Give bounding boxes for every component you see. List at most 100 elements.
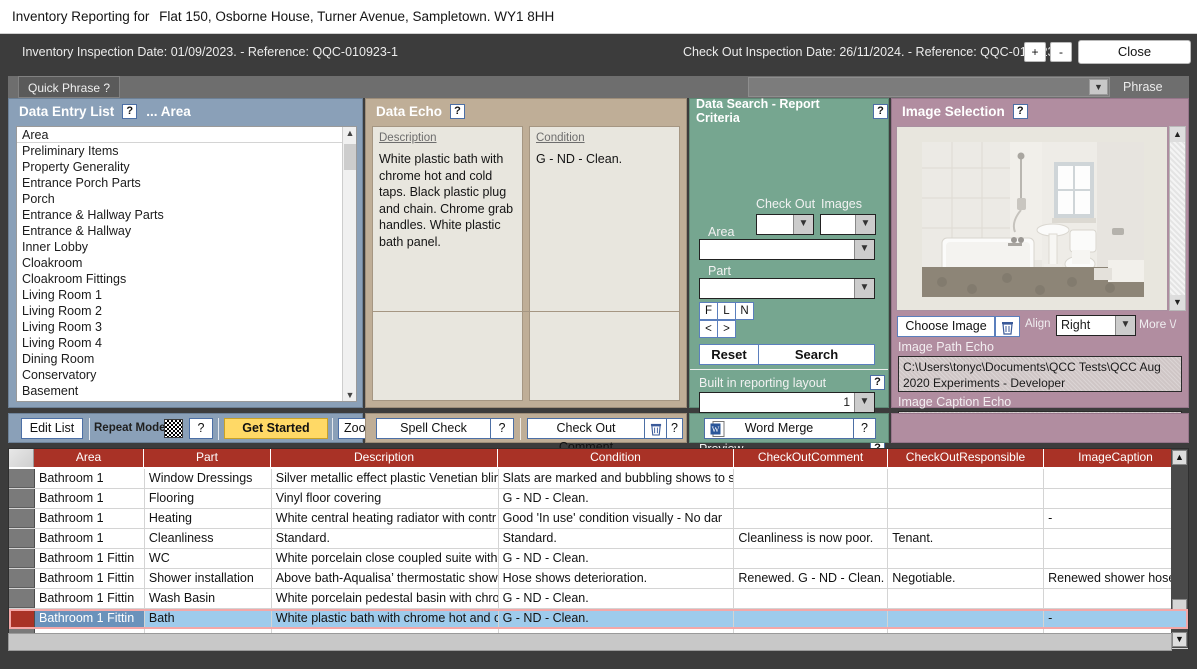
table-cell[interactable]	[888, 509, 1045, 528]
table-cell[interactable]	[734, 589, 889, 608]
area-list-item[interactable]: Basement	[17, 383, 356, 399]
table-cell[interactable]: Shower installation	[145, 569, 272, 588]
grid-column-header[interactable]: CheckOutComment	[734, 449, 888, 467]
table-cell[interactable]: Tenant.	[888, 529, 1045, 548]
image-path-value[interactable]: C:\Users\tonyc\Documents\QCC Tests\QCC A…	[898, 356, 1182, 392]
table-cell[interactable]: Bathroom 1	[35, 529, 145, 548]
table-cell[interactable]: White porcelain pedestal basin with chro	[272, 589, 499, 608]
trash-icon[interactable]	[995, 316, 1020, 337]
table-cell[interactable]: G - ND - Clean.	[499, 489, 735, 508]
table-cell[interactable]: Above bath-Aqualisa’ thermostatic showe	[272, 569, 499, 588]
table-cell[interactable]: Heating	[145, 509, 272, 528]
table-cell[interactable]: Flooring	[145, 489, 272, 508]
help-icon[interactable]: ?	[870, 375, 885, 390]
area-list-item[interactable]: Dining Room	[17, 351, 356, 367]
table-row[interactable]: Bathroom 1 Flooring Vinyl floor covering G …	[9, 489, 1189, 509]
choose-image-button[interactable]: Choose Image	[897, 316, 995, 337]
grid-column-header[interactable]: Condition	[498, 449, 734, 467]
table-cell[interactable]	[1044, 529, 1189, 548]
trash-icon[interactable]	[644, 418, 667, 439]
spell-check-button[interactable]: Spell Check	[376, 418, 491, 439]
table-cell[interactable]: Bathroom 1 Fittin	[35, 589, 145, 608]
table-cell[interactable]: Standard.	[499, 529, 735, 548]
table-cell[interactable]: Bathroom 1 Fittin	[35, 569, 145, 588]
table-cell[interactable]	[734, 609, 889, 628]
scroll-thumb[interactable]	[344, 144, 356, 170]
search-images-select[interactable]: ▼	[820, 214, 876, 235]
table-cell[interactable]	[1044, 589, 1189, 608]
row-selector[interactable]	[9, 509, 35, 528]
table-cell[interactable]	[888, 489, 1045, 508]
table-cell[interactable]	[888, 609, 1045, 628]
table-cell[interactable]: Bathroom 1	[35, 489, 145, 508]
table-cell[interactable]	[734, 549, 889, 568]
table-cell[interactable]: Bath	[145, 609, 272, 628]
scroll-up-icon[interactable]: ▲	[343, 127, 356, 141]
area-list-item[interactable]: Living Room 2	[17, 303, 356, 319]
grid-column-header[interactable]: CheckOutResponsible	[888, 449, 1044, 467]
table-cell[interactable]: Bathroom 1 Fittin	[34, 609, 145, 628]
table-row[interactable]: Bathroom 1 Fittin Shower installation Abov…	[9, 569, 1189, 589]
help-icon[interactable]: ?	[853, 418, 876, 439]
table-cell[interactable]: Bathroom 1	[35, 469, 145, 488]
table-cell[interactable]: WC	[145, 549, 272, 568]
table-cell[interactable]: Negotiable.	[888, 569, 1045, 588]
grid-column-header[interactable]: Description	[271, 449, 498, 467]
filter-f-button[interactable]: F	[699, 302, 718, 320]
bathroom-photo[interactable]	[922, 142, 1144, 297]
table-cell[interactable]: Wash Basin	[145, 589, 272, 608]
table-cell[interactable]	[888, 469, 1045, 488]
area-list-item[interactable]: Property Generality	[17, 159, 356, 175]
row-selector[interactable]	[9, 529, 35, 548]
image-viewer[interactable]	[896, 126, 1168, 311]
area-list-item[interactable]: Living Room 3	[17, 319, 356, 335]
help-icon[interactable]: ?	[189, 418, 213, 439]
table-cell[interactable]: Slats are marked and bubbling shows to s	[499, 469, 735, 488]
table-cell[interactable]	[1044, 549, 1189, 568]
filter-n-button[interactable]: N	[735, 302, 754, 320]
row-selector[interactable]	[9, 589, 35, 608]
next-button[interactable]: >	[717, 320, 736, 338]
table-row[interactable]: Bathroom 1 Fittin WC White porcelain close…	[9, 549, 1189, 569]
table-cell[interactable]: Renewed shower hose.	[1044, 569, 1189, 588]
table-cell[interactable]: Cleanliness is now poor.	[734, 529, 889, 548]
area-list-item[interactable]: Entrance & Hallway Parts	[17, 207, 356, 223]
scroll-down-icon[interactable]: ▼	[1172, 632, 1187, 647]
image-scrollbar[interactable]: ▲ ▼	[1169, 126, 1186, 311]
grid-select-all-corner[interactable]	[9, 449, 34, 467]
area-list-item[interactable]: Cloakroom Fittings	[17, 271, 356, 287]
table-cell[interactable]: Cleanliness	[145, 529, 272, 548]
scroll-up-icon[interactable]: ▲	[1172, 450, 1187, 465]
data-grid[interactable]: Area Part Description Condition CheckOutComm…	[8, 448, 1189, 649]
quick-phrase-tab[interactable]: Quick Phrase ?	[18, 76, 121, 98]
table-cell[interactable]: Window Dressings	[145, 469, 272, 488]
help-icon[interactable]: ?	[666, 418, 683, 439]
table-cell[interactable]: G - ND - Clean.	[499, 589, 735, 608]
area-list-scrollbar[interactable]: ▲ ▼	[342, 127, 356, 401]
table-cell[interactable]: Vinyl floor covering	[272, 489, 499, 508]
search-checkout-select[interactable]: ▼	[756, 214, 814, 235]
table-cell[interactable]: Good 'In use' condition visually - No da…	[499, 509, 735, 528]
get-started-button[interactable]: Get Started	[224, 418, 328, 439]
phrase-edit-button[interactable]: Phrase Edit	[1116, 76, 1189, 116]
row-selector[interactable]	[9, 549, 35, 568]
help-icon[interactable]: ?	[450, 103, 466, 119]
more-options-button[interactable]: More \/	[1139, 317, 1176, 331]
grid-column-header[interactable]: Part	[144, 449, 271, 467]
table-cell[interactable]: Bathroom 1	[35, 509, 145, 528]
filter-l-button[interactable]: L	[717, 302, 736, 320]
help-icon[interactable]: ?	[1012, 103, 1028, 119]
table-cell[interactable]	[1044, 489, 1189, 508]
table-cell[interactable]: White plastic bath with chrome hot and c	[272, 609, 499, 628]
row-selector[interactable]	[9, 469, 35, 488]
scroll-up-icon[interactable]: ▲	[1170, 127, 1185, 142]
row-selector[interactable]	[9, 489, 35, 508]
search-part-select[interactable]: ▼	[699, 278, 875, 299]
table-row[interactable]: Bathroom 1 Fittin Bath White plastic bath …	[9, 609, 1189, 629]
edit-list-button[interactable]: Edit List	[21, 418, 83, 439]
table-cell[interactable]: White porcelain close coupled suite with	[272, 549, 499, 568]
repeat-mode-checkbox[interactable]	[164, 419, 183, 438]
help-icon[interactable]: ?	[490, 418, 514, 439]
table-cell[interactable]	[1044, 469, 1189, 488]
checkout-comment-button[interactable]: Check Out Comment	[527, 418, 645, 454]
